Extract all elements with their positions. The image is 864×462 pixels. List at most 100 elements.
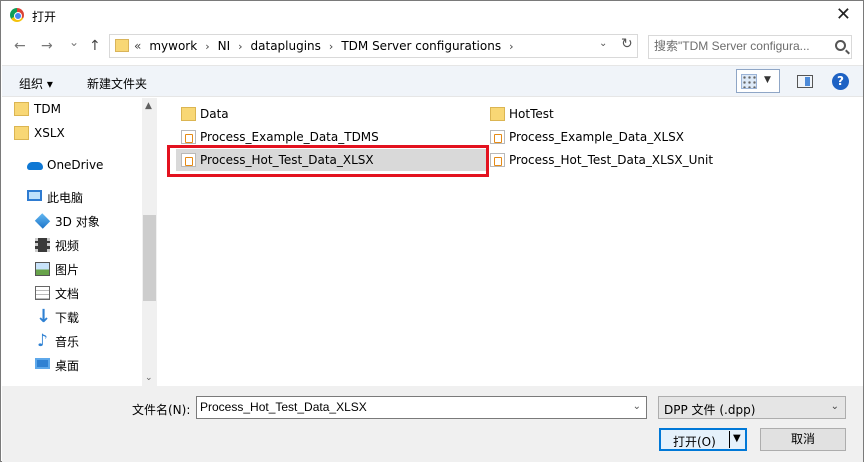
chevron-right-icon[interactable]: ›	[238, 40, 242, 53]
sidebar-item-onedrive[interactable]: OneDrive	[27, 155, 104, 175]
refresh-icon[interactable]: ↻	[621, 36, 633, 52]
open-button[interactable]: 打开(O) ▼	[659, 428, 747, 451]
address-bar[interactable]: « mywork › NI › dataplugins › TDM Server…	[109, 34, 638, 58]
filename-label: 文件名(N):	[132, 403, 191, 417]
breadcrumb-overflow[interactable]: «	[134, 39, 141, 53]
downloads-icon	[35, 306, 51, 327]
sidebar-item-tdm[interactable]: TDM	[14, 99, 61, 119]
breadcrumb-item-ni[interactable]: NI	[218, 39, 231, 53]
sidebar-item-downloads[interactable]: 下载	[36, 306, 80, 327]
folder-icon	[181, 107, 196, 121]
breadcrumb-item-dataplugins[interactable]: dataplugins	[251, 39, 321, 53]
up-button[interactable]: ↑	[89, 38, 101, 54]
preview-pane-icon[interactable]	[797, 75, 813, 88]
scrollbar-thumb[interactable]	[143, 215, 156, 301]
sidebar-item-videos[interactable]: 视频	[35, 235, 79, 255]
documents-icon	[35, 286, 50, 300]
sidebar-item-documents[interactable]: 文档	[35, 283, 80, 303]
onedrive-icon	[27, 158, 43, 172]
chevron-down-icon[interactable]: ⌄	[831, 401, 839, 412]
search-input[interactable]	[654, 39, 829, 53]
cancel-button[interactable]: 取消	[760, 428, 846, 451]
search-icon[interactable]	[835, 40, 846, 51]
sidebar-item-3d-objects[interactable]: 3D 对象	[34, 211, 100, 231]
sidebar-item-this-pc[interactable]: 此电脑	[27, 187, 84, 207]
navigation-pane: TDM XSLX OneDrive 此电脑 3D 对象 视频 图片 文档 ↓ 下…	[2, 98, 157, 386]
navigation-bar: ← → ⌄ ↑ « mywork › NI › dataplugins › TD…	[1, 32, 863, 62]
open-file-dialog: 打开 ✕ ← → ⌄ ↑ « mywork › NI › dataplugins…	[0, 0, 864, 462]
folder-icon	[14, 126, 29, 140]
pictures-icon	[35, 262, 50, 276]
new-folder-button[interactable]: 新建文件夹	[87, 75, 147, 92]
title-bar: 打开 ✕	[1, 1, 863, 32]
folder-icon	[490, 107, 505, 121]
sidebar-item-label: 3D 对象	[55, 214, 100, 229]
chevron-right-icon[interactable]: ›	[509, 40, 513, 53]
file-list: Data HotTest Process_Example_Data_TDMS P…	[159, 98, 845, 386]
scroll-down-icon[interactable]: ⌄	[145, 373, 153, 383]
file-name: Process_Example_Data_TDMS	[200, 130, 379, 144]
file-item-process-example-data-xlsx[interactable]: Process_Example_Data_XLSX	[490, 126, 684, 148]
sidebar-item-label: OneDrive	[47, 158, 104, 172]
filetype-select[interactable]: DPP 文件 (.dpp) ⌄	[658, 396, 846, 419]
breadcrumb-item-mywork[interactable]: mywork	[149, 39, 197, 53]
selection-highlight-box	[167, 145, 489, 177]
file-name: Process_Hot_Test_Data_XLSX_Unit	[509, 153, 714, 167]
sidebar-item-label: TDM	[34, 102, 61, 116]
folder-icon	[14, 102, 29, 116]
breadcrumb: « mywork › NI › dataplugins › TDM Server…	[134, 39, 522, 53]
filetype-value: DPP 文件 (.dpp)	[664, 403, 756, 417]
chevron-down-icon[interactable]: ⌄	[599, 38, 607, 49]
sidebar-item-label: 桌面	[55, 358, 80, 373]
file-item-hottest[interactable]: HotTest	[490, 103, 554, 125]
sidebar-item-label: 音乐	[55, 334, 80, 349]
sidebar-item-label: 图片	[55, 262, 80, 277]
open-button-label: 打开(O)	[673, 435, 716, 449]
sidebar-item-xslx[interactable]: XSLX	[14, 123, 65, 143]
video-icon	[35, 238, 50, 252]
split-divider	[729, 431, 730, 448]
chevron-right-icon[interactable]: ›	[329, 40, 333, 53]
chevron-down-icon[interactable]: ⌄	[633, 401, 641, 412]
search-box[interactable]	[648, 35, 852, 59]
breadcrumb-item-tdm-server-configurations[interactable]: TDM Server configurations	[341, 39, 501, 53]
sidebar-scrollbar[interactable]: ▲ ⌄	[142, 98, 157, 386]
sidebar-item-pictures[interactable]: 图片	[35, 259, 80, 279]
toolbar: 组织 ▾ 新建文件夹 ▼ ?	[2, 65, 863, 97]
sidebar-item-label: XSLX	[34, 126, 65, 140]
dataplugin-file-icon	[490, 153, 505, 167]
scroll-up-icon[interactable]: ▲	[145, 101, 152, 111]
music-icon	[35, 331, 50, 351]
chevron-down-icon[interactable]: ▼	[764, 75, 771, 85]
sidebar-item-label: 下载	[55, 310, 80, 325]
back-button[interactable]: ←	[14, 38, 26, 54]
computer-icon	[27, 190, 42, 201]
dataplugin-file-icon	[181, 130, 196, 144]
dataplugin-file-icon	[490, 130, 505, 144]
dialog-title: 打开	[32, 10, 57, 24]
file-item-data[interactable]: Data	[181, 103, 229, 125]
folder-icon	[115, 39, 129, 52]
file-name: Data	[200, 107, 229, 121]
file-name: HotTest	[509, 107, 554, 121]
change-view-button[interactable]: ▼	[736, 69, 780, 93]
chevron-down-icon[interactable]: ▼	[733, 433, 741, 444]
desktop-icon	[35, 358, 50, 369]
chevron-right-icon[interactable]: ›	[205, 40, 209, 53]
help-icon[interactable]: ?	[832, 73, 849, 90]
sidebar-item-label: 此电脑	[47, 190, 84, 205]
forward-button[interactable]: →	[41, 38, 53, 54]
file-list-scrollbar[interactable]	[848, 98, 863, 386]
sidebar-item-music[interactable]: 音乐	[37, 331, 80, 351]
filename-combobox[interactable]: ⌄	[196, 396, 647, 419]
organize-button[interactable]: 组织 ▾	[19, 75, 53, 92]
close-button[interactable]: ✕	[836, 5, 851, 25]
file-item-process-hot-test-data-xlsx-unit[interactable]: Process_Hot_Test_Data_XLSX_Unit	[490, 149, 713, 171]
bottom-panel: 文件名(N): ⌄ DPP 文件 (.dpp) ⌄ 打开(O) ▼ 取消	[2, 386, 863, 462]
chrome-icon	[10, 8, 24, 22]
sidebar-item-desktop[interactable]: 桌面	[35, 355, 80, 375]
grid-view-icon	[741, 74, 757, 89]
filename-input[interactable]	[200, 400, 620, 414]
sidebar-item-label: 文档	[55, 286, 80, 301]
recent-locations-button[interactable]: ⌄	[69, 34, 79, 50]
